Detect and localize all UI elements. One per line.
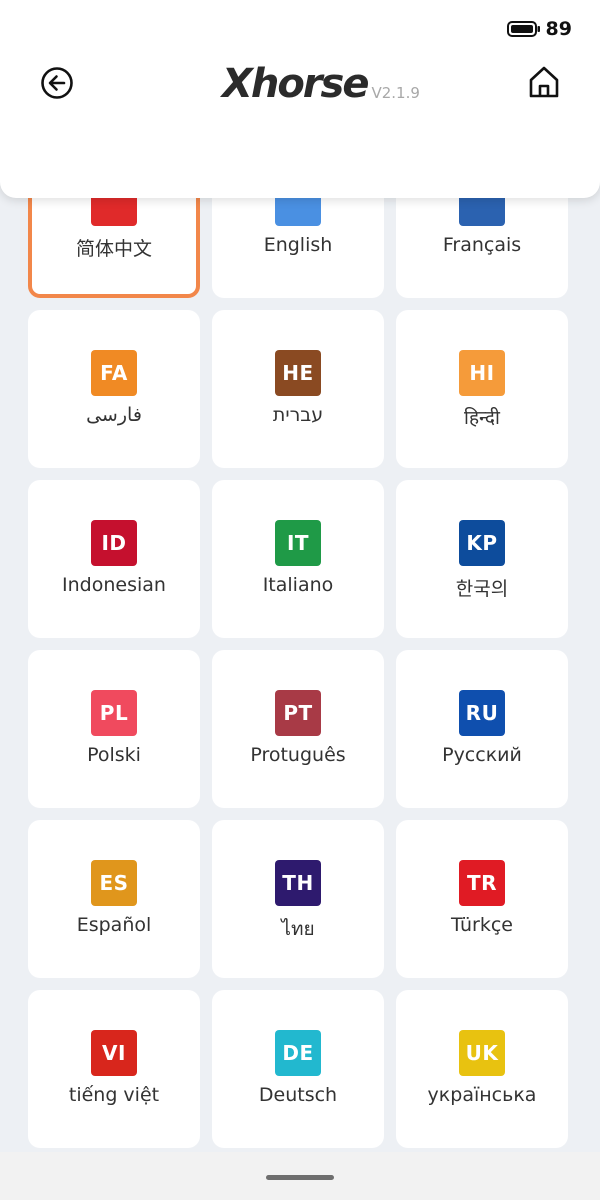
xhorse-logo: Xhorse	[222, 61, 369, 107]
language-badge-pl: PL	[91, 690, 137, 736]
battery-level: 89	[545, 18, 572, 40]
language-option-vi[interactable]: VI tiếng việt	[28, 990, 200, 1148]
language-label-zh: 简体中文	[75, 238, 152, 260]
language-option-tr[interactable]: TR Türkçe	[396, 820, 568, 978]
language-option-kp[interactable]: KP 한국의	[396, 480, 568, 638]
back-button[interactable]	[38, 64, 76, 102]
language-badge-ru: RU	[459, 690, 505, 736]
app-header: 89 Xhorse V2.1.9	[0, 0, 600, 198]
language-option-fa[interactable]: FA فارسی	[28, 310, 200, 468]
language-label-tr: Türkçe	[451, 914, 513, 936]
language-label-fa: فارسی	[86, 404, 142, 426]
language-option-es[interactable]: ES Español	[28, 820, 200, 978]
language-option-de[interactable]: DE Deutsch	[212, 990, 384, 1148]
language-label-it: Italiano	[262, 574, 334, 596]
language-option-pt[interactable]: PT Protuguês	[212, 650, 384, 808]
language-label-hi: हिन्दी	[464, 407, 500, 429]
language-option-pl[interactable]: PL Polski	[28, 650, 200, 808]
language-badge-hi: HI	[459, 350, 505, 396]
language-label-ru: Русский	[442, 744, 522, 766]
home-gesture-bar[interactable]	[266, 1175, 334, 1180]
language-option-id[interactable]: ID Indonesian	[28, 480, 200, 638]
language-label-fr: Français	[442, 234, 522, 256]
language-label-kp: 한국의	[455, 578, 509, 600]
app-version: V2.1.9	[371, 84, 420, 102]
battery-indicator: 89	[506, 18, 572, 40]
battery-icon	[506, 21, 540, 37]
language-badge-kp: KP	[459, 520, 505, 566]
language-option-he[interactable]: HE עברית	[212, 310, 384, 468]
language-badge-id: ID	[91, 520, 137, 566]
language-badge-he: HE	[275, 350, 321, 396]
back-arrow-circle-icon	[41, 67, 73, 99]
language-label-en: English	[263, 234, 333, 256]
language-label-uk: українська	[427, 1084, 537, 1106]
language-option-uk[interactable]: UK українська	[396, 990, 568, 1148]
language-label-he: עברית	[272, 404, 324, 426]
language-option-hi[interactable]: HI हिन्दी	[396, 310, 568, 468]
home-icon	[529, 66, 559, 98]
language-option-ru[interactable]: RU Русский	[396, 650, 568, 808]
language-badge-de: DE	[275, 1030, 321, 1076]
home-button[interactable]	[525, 63, 563, 101]
language-badge-pt: PT	[275, 690, 321, 736]
language-label-pt: Protuguês	[250, 744, 346, 766]
system-navigation-bar	[0, 1152, 600, 1200]
language-label-vi: tiếng việt	[68, 1084, 160, 1106]
language-badge-tr: TR	[459, 860, 505, 906]
language-badge-fa: FA	[91, 350, 137, 396]
language-label-es: Español	[76, 914, 152, 936]
language-option-it[interactable]: IT Italiano	[212, 480, 384, 638]
language-badge-es: ES	[91, 860, 137, 906]
language-badge-it: IT	[275, 520, 321, 566]
language-label-th: ไทย	[281, 918, 315, 940]
language-label-pl: Polski	[87, 744, 141, 766]
language-label-de: Deutsch	[258, 1084, 338, 1106]
language-badge-uk: UK	[459, 1030, 505, 1076]
language-badge-vi: VI	[91, 1030, 137, 1076]
language-option-th[interactable]: TH ไทย	[212, 820, 384, 978]
language-badge-th: TH	[275, 860, 321, 906]
language-grid: 简体中文 English Français FA فارسی HE עברית …	[28, 140, 572, 1148]
brand: Xhorse V2.1.9	[222, 62, 420, 106]
language-label-id: Indonesian	[62, 574, 166, 596]
